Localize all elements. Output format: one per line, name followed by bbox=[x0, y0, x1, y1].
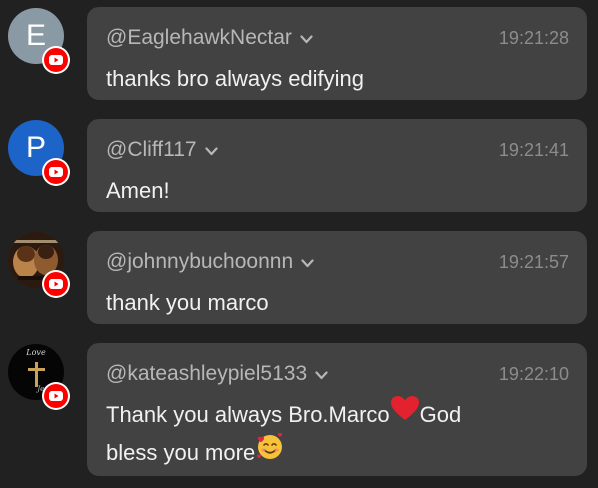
message-text: Thank you always Bro.Marco God bless you m… bbox=[106, 395, 569, 474]
message-text: thank you marco bbox=[106, 290, 269, 315]
avatar-wrap: P bbox=[8, 120, 70, 186]
message-bubble: @johnnybuchoonnn 19:21:57 thank you marc… bbox=[87, 231, 587, 324]
timestamp: 19:21:41 bbox=[498, 140, 569, 160]
youtube-icon bbox=[42, 382, 70, 410]
chevron-down-icon bbox=[315, 362, 328, 386]
message-bubble: @Cliff117 19:21:41 Amen! bbox=[87, 119, 587, 212]
message-text-part2: God bbox=[419, 402, 462, 427]
message-text-part3: bless you more bbox=[106, 440, 256, 465]
youtube-icon bbox=[42, 158, 70, 186]
author-name: @kateashleypiel5133 bbox=[106, 362, 308, 385]
author-dropdown[interactable]: @kateashleypiel5133 bbox=[106, 362, 328, 386]
author-dropdown[interactable]: @johnnybuchoonnn bbox=[106, 250, 314, 274]
red-heart-icon bbox=[390, 395, 420, 431]
avatar-initial: P bbox=[25, 131, 46, 164]
message-text: Amen! bbox=[106, 178, 170, 203]
chevron-down-icon bbox=[300, 26, 313, 50]
avatar-wrap bbox=[8, 232, 70, 298]
smiling-face-with-hearts-icon bbox=[255, 431, 285, 471]
message-bubble: @kateashleypiel5133 19:22:10 Thank you a… bbox=[87, 343, 587, 476]
author-dropdown[interactable]: @EaglehawkNectar bbox=[106, 26, 313, 50]
chat-feed: E @EaglehawkNectar 19:21:28 thanks bro a… bbox=[0, 0, 598, 488]
message-bubble: @EaglehawkNectar 19:21:28 thanks bro alw… bbox=[87, 7, 587, 100]
timestamp: 19:21:57 bbox=[498, 252, 569, 272]
avatar-wrap: E bbox=[8, 8, 70, 74]
avatar-wrap: Love Jesus bbox=[8, 344, 70, 410]
message-text: thanks bro always edifying bbox=[106, 66, 365, 91]
cross-bar bbox=[28, 368, 45, 371]
chevron-down-icon bbox=[301, 250, 314, 274]
timestamp: 19:21:28 bbox=[498, 28, 569, 48]
avatar-text-love: Love bbox=[26, 348, 46, 357]
timestamp: 19:22:10 bbox=[498, 364, 569, 384]
author-name: @EaglehawkNectar bbox=[106, 26, 292, 49]
author-dropdown[interactable]: @Cliff117 bbox=[106, 138, 218, 162]
youtube-icon bbox=[42, 46, 70, 74]
author-name: @Cliff117 bbox=[106, 138, 197, 161]
author-name: @johnnybuchoonnn bbox=[106, 250, 294, 273]
avatar-initial: E bbox=[25, 19, 46, 52]
message-text-part1: Thank you always Bro.Marco bbox=[106, 402, 390, 427]
cross-icon bbox=[35, 362, 38, 387]
chevron-down-icon bbox=[204, 138, 218, 162]
youtube-icon bbox=[42, 270, 70, 298]
